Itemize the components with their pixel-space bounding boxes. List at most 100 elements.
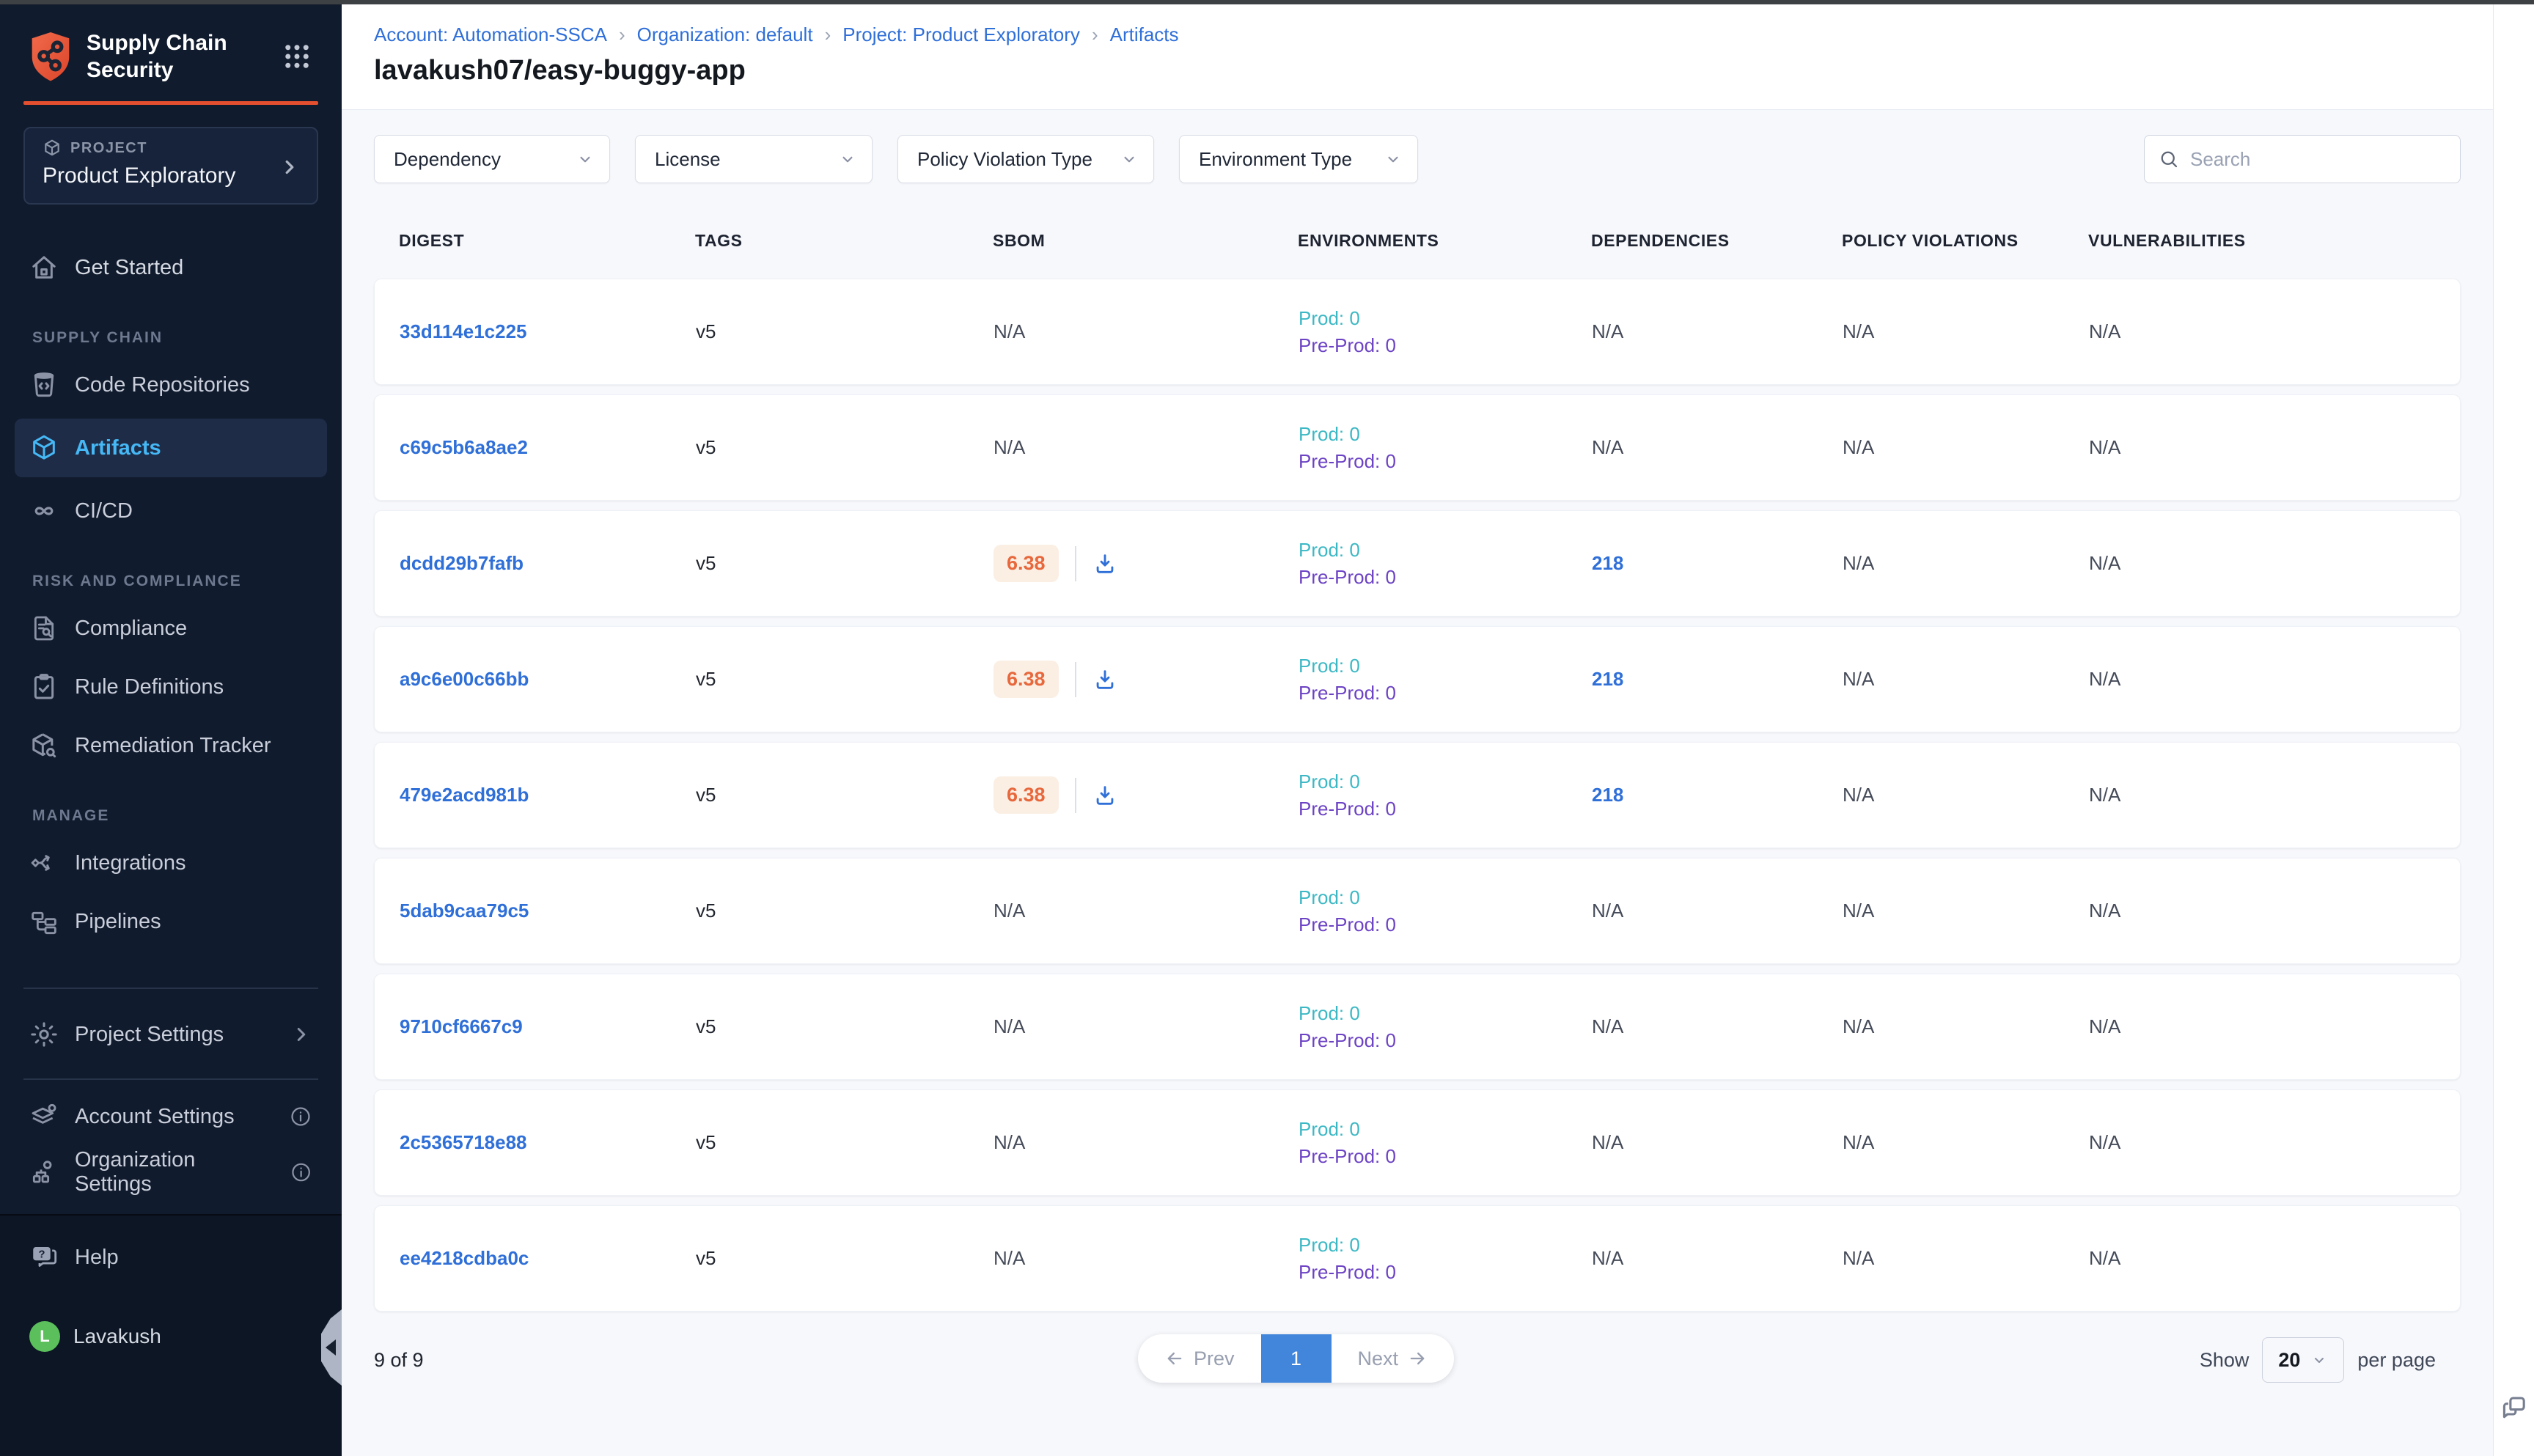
sbom-score-wrap: 6.38 xyxy=(994,661,1299,698)
sidebar-item-rule-definitions[interactable]: Rule Definitions xyxy=(15,662,327,712)
digest-link[interactable]: 5dab9caa79c5 xyxy=(400,900,529,922)
chevron-down-icon xyxy=(1120,150,1139,169)
sidebar-item-artifacts[interactable]: Artifacts xyxy=(15,419,327,477)
user-menu[interactable]: L Lavakush xyxy=(29,1321,312,1352)
sidebar-item-organization-settings[interactable]: Organization Settings xyxy=(15,1149,327,1196)
filter-dependency[interactable]: Dependency xyxy=(374,135,610,183)
page-size-select[interactable]: 20 xyxy=(2262,1337,2344,1383)
dependencies-link[interactable]: 218 xyxy=(1592,668,1623,690)
vulnerabilities-cell: N/A xyxy=(2089,1247,2442,1270)
dependencies-link[interactable]: 218 xyxy=(1592,552,1623,574)
filter-label: Environment Type xyxy=(1199,148,1352,171)
sidebar-item-cicd[interactable]: CI/CD xyxy=(15,486,327,536)
sidebar-item-help[interactable]: ? Help xyxy=(29,1242,312,1273)
digest-link[interactable]: c69c5b6a8ae2 xyxy=(400,436,528,458)
filter-policy-violation-type[interactable]: Policy Violation Type xyxy=(897,135,1154,183)
filter-toolbar: Dependency License Policy Violation Type… xyxy=(374,135,2461,183)
environments-cell: Prod: 0 Pre-Prod: 0 xyxy=(1299,1232,1592,1286)
brand-accent-rule xyxy=(23,101,318,105)
breadcrumb-project[interactable]: Project: Product Exploratory xyxy=(842,23,1080,46)
filter-license[interactable]: License xyxy=(635,135,873,183)
digest-link[interactable]: a9c6e00c66bb xyxy=(400,668,529,690)
policy-violations-cell: N/A xyxy=(1843,1015,2089,1038)
tags-cell: v5 xyxy=(696,784,994,806)
environments-cell: Prod: 0 Pre-Prod: 0 xyxy=(1299,884,1592,938)
digest-link[interactable]: ee4218cdba0c xyxy=(400,1247,529,1269)
sidebar-item-account-settings[interactable]: Account Settings xyxy=(15,1093,327,1140)
sidebar-item-compliance[interactable]: Compliance xyxy=(15,603,327,653)
col-dependencies: DEPENDENCIES xyxy=(1591,231,1842,251)
sbom-download-button[interactable] xyxy=(1092,551,1117,576)
sbom-divider xyxy=(1075,778,1076,813)
table-row: 2c5365718e88 v5 N/A Prod: 0 Pre-Prod: 0 … xyxy=(374,1089,2461,1196)
layers-gear-icon xyxy=(29,1102,59,1131)
tags-cell: v5 xyxy=(696,436,994,459)
dependencies-link[interactable]: 218 xyxy=(1592,784,1623,806)
org-gear-icon xyxy=(29,1158,59,1187)
prev-page-button[interactable]: Prev xyxy=(1138,1334,1261,1383)
dependencies-cell: N/A xyxy=(1592,1015,1843,1038)
filter-label: Policy Violation Type xyxy=(917,148,1092,171)
breadcrumb-artifacts[interactable]: Artifacts xyxy=(1110,23,1179,46)
sbom-download-button[interactable] xyxy=(1092,783,1117,808)
vulnerabilities-cell: N/A xyxy=(2089,436,2442,459)
info-icon[interactable] xyxy=(290,1161,312,1184)
vulnerabilities-cell: N/A xyxy=(2089,320,2442,343)
sidebar-item-label: Rule Definitions xyxy=(75,675,224,699)
sidebar-item-get-started[interactable]: Get Started xyxy=(15,243,327,293)
env-preprod: Pre-Prod: 0 xyxy=(1299,680,1592,707)
table-row: a9c6e00c66bb v5 6.38 Prod: 0 Pre-Prod: 0 xyxy=(374,626,2461,732)
project-selector[interactable]: PROJECT Product Exploratory xyxy=(23,127,318,205)
sidebar-item-code-repositories[interactable]: Code Repositories xyxy=(15,360,327,410)
sidebar-item-pipelines[interactable]: Pipelines xyxy=(15,897,327,946)
cube-icon xyxy=(29,433,59,463)
dependencies-cell: N/A xyxy=(1592,1247,1843,1270)
page-size-group: Show 20 per page xyxy=(2200,1337,2436,1383)
sbom-score-badge: 6.38 xyxy=(994,661,1059,698)
infinity-icon xyxy=(29,496,59,526)
breadcrumb-organization[interactable]: Organization: default xyxy=(637,23,813,46)
chevron-down-icon xyxy=(2310,1351,2328,1369)
chevron-down-icon xyxy=(838,150,857,169)
app-launcher-grid-icon[interactable] xyxy=(282,41,312,72)
sbom-cell: N/A xyxy=(994,900,1299,922)
help-chat-icon: ? xyxy=(29,1242,60,1273)
digest-link[interactable]: dcdd29b7fafb xyxy=(400,552,524,574)
breadcrumb-account[interactable]: Account: Automation-SSCA xyxy=(374,23,607,46)
sidebar-item-project-settings[interactable]: Project Settings xyxy=(15,1010,327,1059)
sidebar-item-label: Code Repositories xyxy=(75,373,250,397)
avatar: L xyxy=(29,1321,60,1352)
breadcrumb-separator: › xyxy=(619,23,625,46)
feedback-chat-icon[interactable] xyxy=(2498,1390,2530,1422)
filter-environment-type[interactable]: Environment Type xyxy=(1179,135,1418,183)
env-preprod: Pre-Prod: 0 xyxy=(1299,1143,1592,1170)
sidebar-item-label: Artifacts xyxy=(75,436,161,460)
digest-link[interactable]: 479e2acd981b xyxy=(400,784,529,806)
sbom-cell: 6.38 xyxy=(994,661,1299,698)
next-page-button[interactable]: Next xyxy=(1332,1334,1455,1383)
env-prod: Prod: 0 xyxy=(1299,1232,1592,1259)
dependencies-cell: 218 xyxy=(1592,784,1843,806)
sidebar-item-label: Organization Settings xyxy=(75,1148,273,1196)
sbom-na: N/A xyxy=(994,436,1025,458)
sidebar-item-integrations[interactable]: Integrations xyxy=(15,838,327,888)
digest-link[interactable]: 33d114e1c225 xyxy=(400,320,527,342)
sidebar-nav: Get Started SUPPLY CHAIN Code Repositori… xyxy=(0,205,342,1196)
sidebar-item-remediation-tracker[interactable]: Remediation Tracker xyxy=(15,721,327,771)
info-icon[interactable] xyxy=(289,1105,312,1128)
tags-cell: v5 xyxy=(696,1131,994,1154)
digest-link[interactable]: 9710cf6667c9 xyxy=(400,1015,523,1037)
digest-link[interactable]: 2c5365718e88 xyxy=(400,1131,527,1153)
sidebar-item-label: CI/CD xyxy=(75,499,133,523)
search-input[interactable] xyxy=(2190,148,2447,171)
env-prod: Prod: 0 xyxy=(1299,652,1592,680)
package-icon xyxy=(43,139,62,158)
sbom-score-wrap: 6.38 xyxy=(994,776,1299,814)
search-box xyxy=(2144,135,2461,183)
env-prod: Prod: 0 xyxy=(1299,768,1592,795)
page-number-active[interactable]: 1 xyxy=(1261,1334,1332,1383)
sbom-download-button[interactable] xyxy=(1092,667,1117,692)
vulnerabilities-cell: N/A xyxy=(2089,1015,2442,1038)
col-sbom: SBOM xyxy=(993,231,1298,251)
arrow-right-icon xyxy=(1407,1348,1428,1369)
